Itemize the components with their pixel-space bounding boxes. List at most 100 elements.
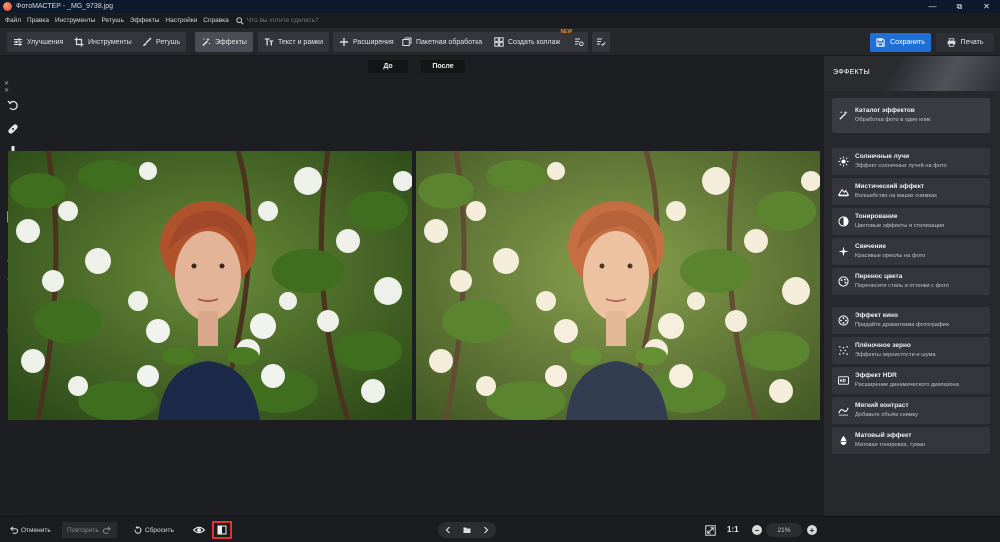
magic-wand-icon [839, 110, 848, 120]
image-canvas[interactable]: До После [8, 56, 824, 516]
effect-mystic[interactable]: Мистический эффект Волшебство на ваших с… [832, 178, 990, 205]
collapse-panel-icon[interactable]: ✕ ✕ [4, 80, 24, 94]
effects-panel: ЭФФЕКТЫ Каталог эффектов Обработка фото … [824, 56, 1000, 516]
menu-bar: Файл Правка Инструменты Ретушь Эффекты Н… [0, 13, 1000, 28]
rotate-icon [7, 100, 18, 110]
photo-after [416, 151, 820, 420]
portrait-photo-before [8, 151, 412, 420]
collage-label: Создать коллаж [508, 38, 561, 46]
reset-button[interactable]: Сбросить [133, 522, 174, 538]
matte-icon [840, 435, 847, 446]
mountain-icon [838, 188, 849, 197]
effect-desc: Обработка фото в один клик [855, 117, 931, 123]
reset-label: Сбросить [145, 526, 174, 534]
effect-sun-rays[interactable]: Солнечные лучи Эффект солнечных лучей на… [832, 148, 990, 175]
magic-wand-icon [202, 37, 211, 46]
close-icon[interactable]: ✕ [973, 0, 1000, 13]
hdr-icon [838, 376, 849, 385]
batch-icon [402, 37, 412, 46]
list-settings-icon [575, 38, 584, 47]
tab-tools[interactable]: Инструменты [68, 32, 138, 52]
effect-glow[interactable]: Свечение Красивые ореолы на фото [832, 238, 990, 265]
window-title: ФотоМАСТЕР - _MG_9738.jpg [16, 3, 114, 10]
fit-screen-icon [705, 524, 716, 536]
reset-icon [134, 525, 142, 534]
maximize-icon[interactable]: ⧉ [946, 0, 973, 13]
batch-processing-button[interactable]: Пакетная обработка [396, 32, 489, 52]
effect-matte[interactable]: Матовый эффект Матовая тонировка, туман [832, 427, 990, 454]
main-toolbar: Улучшения Инструменты Ретушь Эффекты Тек… [0, 28, 1000, 56]
menu-file[interactable]: Файл [2, 17, 24, 24]
effect-name: Плёночное зерно [855, 342, 911, 349]
crop-icon [74, 37, 84, 47]
undo-button[interactable]: Отменить [9, 522, 51, 538]
menu-edit[interactable]: Правка [24, 17, 52, 24]
effect-hdr[interactable]: Эффект HDR Расширение динамического диап… [832, 367, 990, 394]
photo-before [8, 151, 412, 420]
compare-history-button[interactable] [570, 32, 588, 52]
folder-icon[interactable] [463, 526, 471, 534]
effect-name: Тонирование [855, 213, 898, 220]
menu-search[interactable] [236, 16, 357, 25]
minimize-icon[interactable]: — [919, 0, 946, 13]
sliders-icon [14, 38, 22, 46]
save-button[interactable]: Сохранить [870, 33, 931, 52]
redo-icon [102, 526, 111, 534]
preview-toggle[interactable] [193, 522, 208, 538]
effect-color-transfer[interactable]: Перенос цвета Перенесите стиль и оттенки… [832, 268, 990, 295]
print-label: Печать [960, 39, 984, 46]
chevron-left-icon[interactable] [444, 526, 452, 534]
print-button[interactable]: Печать [936, 33, 994, 52]
search-input[interactable] [246, 17, 357, 24]
effect-catalog[interactable]: Каталог эффектов Обработка фото в один к… [832, 98, 990, 133]
effect-name: Эффект кино [855, 312, 898, 319]
tab-enhancements[interactable]: Улучшения [7, 32, 70, 52]
effect-desc: Цветовые эффекты и стилизация [855, 223, 945, 229]
portrait-photo-after [416, 151, 820, 420]
search-icon [236, 16, 244, 25]
effect-toning[interactable]: Тонирование Цветовые эффекты и стилизаци… [832, 208, 990, 235]
menu-effects[interactable]: Эффекты [127, 17, 163, 24]
window-controls: — ⧉ ✕ [919, 0, 1000, 13]
tab-label: Инструменты [88, 38, 132, 46]
effect-name: Мягкий контраст [855, 402, 909, 409]
effect-name: Мистический эффект [855, 183, 925, 190]
zoom-in-icon[interactable]: + [807, 525, 817, 535]
zoom-out-icon[interactable]: − [752, 525, 762, 535]
effect-desc: Перенесите стиль и оттенки с фото [855, 283, 950, 289]
tab-text-frames[interactable]: Текст и рамки [258, 32, 329, 52]
tool-patch[interactable] [6, 122, 19, 135]
presets-button[interactable] [592, 32, 610, 52]
fit-screen-button[interactable] [705, 522, 719, 538]
menu-settings[interactable]: Настройки [162, 17, 200, 24]
redo-button[interactable]: Повторить [62, 522, 117, 538]
compare-view-toggle[interactable] [212, 521, 232, 539]
zoom-level[interactable]: 21% [766, 523, 802, 537]
effect-name: Перенос цвета [855, 273, 903, 280]
effect-desc: Эффекты зернистости и шума [855, 352, 936, 358]
app-window: ФотоМАСТЕР - _MG_9738.jpg — ⧉ ✕ Файл Пра… [0, 0, 1000, 542]
contrast-icon [838, 407, 849, 416]
app-logo-icon [3, 2, 12, 11]
menu-retouch[interactable]: Ретушь [98, 17, 126, 24]
create-collage-button[interactable]: Создать коллаж NEW [488, 29, 575, 52]
effect-soft-contrast[interactable]: Мягкий контраст Добавьте объём снимку [832, 397, 990, 424]
tab-effects[interactable]: Эффекты [195, 32, 253, 52]
effect-cinema[interactable]: Эффект кино Придайте драматизма фотограф… [832, 307, 990, 334]
tab-retouch[interactable]: Ретушь [136, 32, 187, 52]
effect-name: Каталог эффектов [855, 107, 915, 114]
floppy-disk-icon [876, 38, 885, 47]
chevron-right-icon[interactable] [482, 526, 490, 534]
tool-rotate[interactable] [6, 98, 19, 111]
brush-icon [143, 37, 152, 46]
effects-panel-title: ЭФФЕКТЫ [833, 69, 870, 76]
menu-help[interactable]: Справка [200, 17, 232, 24]
bandage-icon [7, 123, 18, 134]
collage-icon [494, 37, 504, 47]
film-reel-icon [838, 315, 849, 326]
actual-size-button[interactable]: 1:1 [727, 525, 739, 534]
effect-desc: Матовая тонировка, туман [855, 442, 926, 448]
effect-film-grain[interactable]: Плёночное зерно Эффекты зернистости и шу… [832, 337, 990, 364]
tab-extensions[interactable]: Расширения [333, 32, 400, 52]
menu-tools[interactable]: Инструменты [52, 17, 99, 24]
